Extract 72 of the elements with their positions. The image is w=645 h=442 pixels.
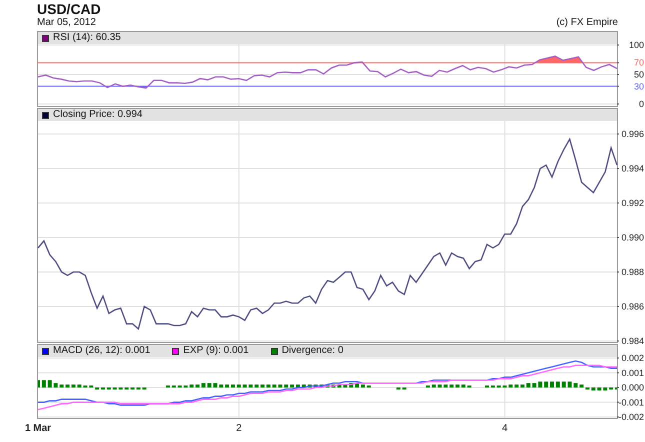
axis-label: 0.002 — [621, 353, 644, 363]
divergence-bar — [190, 384, 194, 388]
axis-label: 0.986 — [621, 302, 644, 312]
divergence-bar — [284, 384, 288, 388]
axis-label: 0.001 — [621, 368, 644, 378]
divergence-bar — [219, 384, 224, 388]
axis-label: 50 — [634, 70, 644, 80]
divergence-bar — [272, 384, 276, 388]
chart-title: USD/CAD — [37, 1, 101, 17]
axis-label: 0.992 — [621, 198, 644, 208]
divergence-bar — [207, 383, 212, 388]
divergence-bar — [331, 384, 336, 388]
divergence-bar — [54, 383, 58, 388]
axis-label: 0.988 — [621, 267, 644, 277]
divergence-bar — [48, 380, 52, 388]
divergence-bar — [320, 384, 324, 388]
divergence-bar — [260, 384, 264, 388]
divergence-bar — [236, 384, 241, 388]
axis-label: 0.000 — [621, 382, 644, 392]
axis-label: 2 — [236, 423, 242, 434]
divergence-bar — [556, 382, 560, 388]
divergence-bar — [302, 384, 306, 388]
divergence-bar — [248, 384, 253, 388]
divergence-bar — [326, 384, 330, 388]
date-label: Mar 05, 2012 — [37, 17, 96, 28]
divergence-bar — [432, 384, 436, 388]
divergence-bar — [254, 384, 259, 388]
divergence-bar — [461, 384, 466, 388]
divergence-bar — [349, 383, 354, 388]
legend-label: RSI (14): 60.35 — [53, 32, 121, 44]
divergence-bar — [343, 384, 348, 388]
divergence-bar — [532, 383, 536, 388]
divergence-bar — [591, 388, 596, 390]
axis-label: -0.001 — [618, 397, 644, 408]
divergence-bar — [337, 384, 342, 388]
divergence-bar — [597, 388, 602, 390]
axis-label: 70 — [634, 58, 644, 68]
divergence-bar — [242, 384, 247, 388]
divergence-bar — [562, 382, 566, 388]
axis-label: 0.990 — [621, 232, 644, 242]
divergence-bar — [438, 384, 442, 388]
divergence-bar — [266, 384, 270, 388]
divergence-bar — [308, 384, 312, 388]
divergence-bar — [444, 384, 448, 388]
legend-label: EXP (9): 0.001 — [183, 345, 249, 357]
axis-label: -0.002 — [618, 412, 644, 422]
divergence-bar — [60, 384, 64, 388]
legend-label: Divergence: 0 — [282, 345, 344, 357]
legend-label: Closing Price: 0.994 — [53, 109, 142, 121]
axis-label: 0.996 — [621, 129, 644, 139]
divergence-bar — [508, 384, 513, 388]
divergence-bar — [314, 384, 318, 388]
credit-label: (c) FX Empire — [556, 17, 618, 28]
axis-label: 30 — [634, 81, 644, 92]
divergence-bar — [77, 384, 82, 388]
legend-label: MACD (26, 12): 0.001 — [53, 345, 150, 357]
divergence-bar — [42, 380, 46, 388]
divergence-bar — [526, 383, 530, 388]
axis-label: 100 — [628, 40, 644, 50]
divergence-bar — [550, 382, 554, 388]
divergence-bar — [574, 383, 578, 388]
divergence-bar — [213, 383, 218, 388]
divergence-bar — [544, 382, 548, 388]
divergence-bar — [603, 388, 608, 390]
axis-label: 0.994 — [621, 164, 644, 174]
divergence-bar — [568, 382, 572, 388]
axis-label: 4 — [502, 423, 508, 434]
axis-label: 1 Mar — [24, 423, 52, 434]
divergence-bar — [538, 382, 542, 388]
axis-label: 0.984 — [621, 336, 644, 346]
axis-label: 0 — [638, 99, 644, 109]
divergence-bar — [278, 384, 282, 388]
